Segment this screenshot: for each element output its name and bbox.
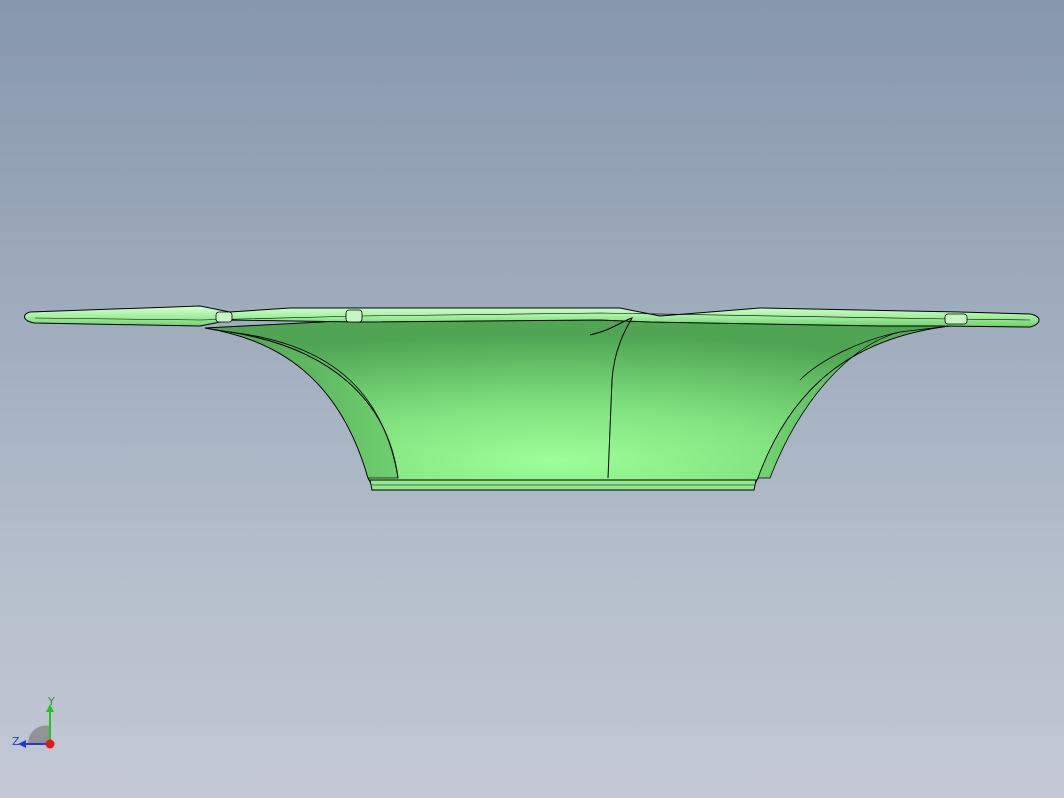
flange-notch-left xyxy=(345,309,363,323)
flange-notch-right xyxy=(944,313,968,325)
axis-triad: Y Z xyxy=(8,696,60,754)
flange-notch-small xyxy=(215,311,233,323)
3d-model-part[interactable] xyxy=(0,0,1064,798)
y-axis-label: Y xyxy=(48,695,55,708)
part-body xyxy=(204,317,951,487)
z-axis-label: Z xyxy=(12,735,20,748)
graphics-viewport[interactable]: Y Z xyxy=(0,0,1064,798)
